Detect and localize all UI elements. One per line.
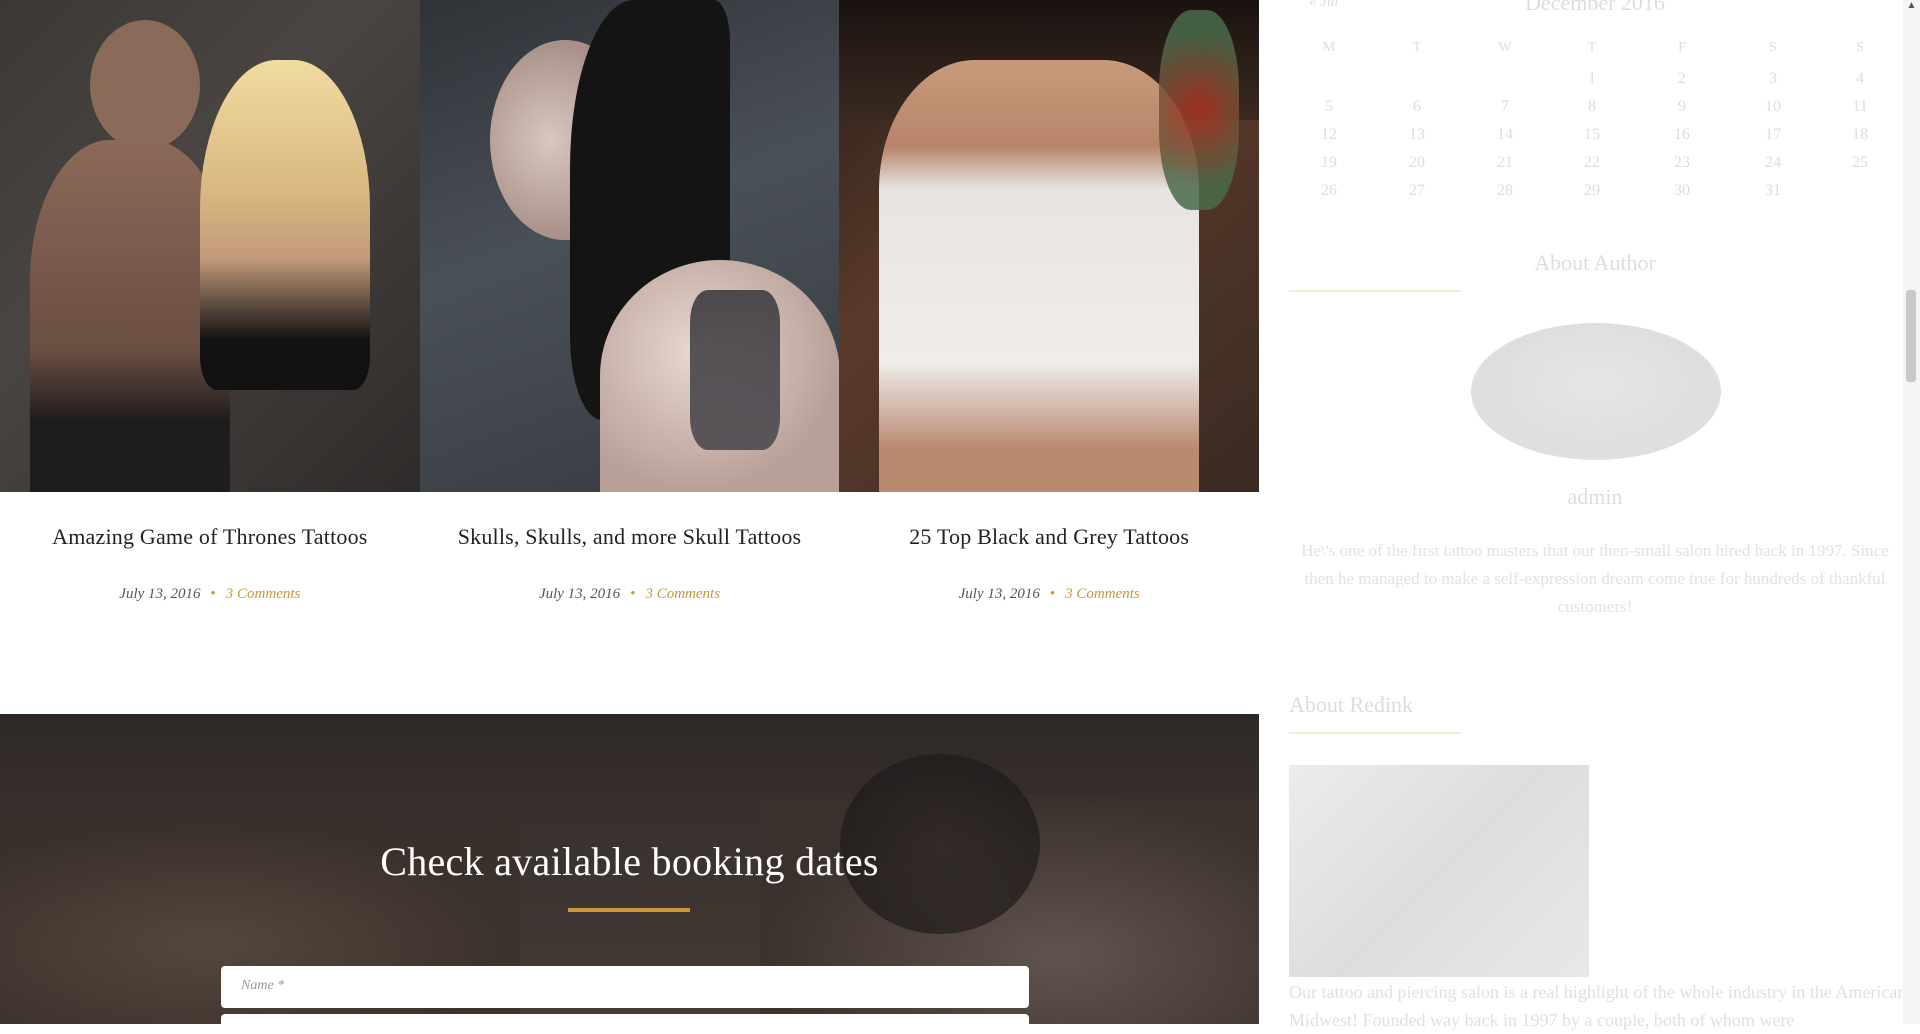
post-meta-row: Amazing Game of Thrones Tattoos July 13,… [0, 492, 1259, 714]
calendar-weekday: S [1769, 40, 1777, 55]
calendar-day: 20 [1409, 154, 1425, 171]
about-author-heading: About Author [1534, 250, 1656, 275]
name-field[interactable]: Name * [221, 966, 1029, 1008]
calendar-day: 28 [1497, 182, 1513, 199]
booking-title: Check available booking dates [380, 839, 879, 884]
email-field[interactable] [221, 1014, 1029, 1024]
post-meta: July 13, 2016 • 3 Comments [420, 586, 840, 603]
post-card: Amazing Game of Thrones Tattoos July 13,… [0, 492, 420, 714]
calendar-day: 30 [1674, 182, 1690, 199]
calendar-day: 3 [1769, 70, 1777, 87]
post-comments-link[interactable]: 3 Comments [1065, 586, 1140, 602]
meta-dot-icon: • [1049, 586, 1056, 602]
post-card: 25 Top Black and Grey Tattoos July 13, 2… [839, 492, 1259, 714]
calendar-day: 23 [1674, 154, 1690, 171]
calendar-day: 15 [1584, 126, 1600, 143]
calendar-day: 19 [1321, 154, 1337, 171]
post-date: July 13, 2016 [119, 586, 201, 602]
calendar-day: 7 [1501, 98, 1509, 115]
heading-underline [1289, 732, 1461, 734]
calendar-day: 21 [1497, 154, 1513, 171]
post-image-black-grey[interactable] [839, 0, 1260, 492]
post-card: Skulls, Skulls, and more Skull Tattoos J… [420, 492, 840, 714]
meta-dot-icon: • [210, 586, 216, 602]
calendar-day: 13 [1409, 126, 1425, 143]
post-image-skulls[interactable] [419, 0, 840, 492]
post-title[interactable]: Skulls, Skulls, and more Skull Tattoos [420, 524, 840, 550]
calendar-day: 16 [1674, 126, 1690, 143]
calendar-day: 12 [1321, 126, 1337, 143]
booking-title-underline [568, 908, 690, 912]
calendar-day: 5 [1325, 98, 1333, 115]
heading-underline [1289, 290, 1461, 292]
calendar-weekday: T [1412, 40, 1422, 55]
calendar-weekday: W [1498, 40, 1512, 55]
main-content: Amazing Game of Thrones Tattoos July 13,… [0, 0, 1260, 1024]
calendar-day: 31 [1765, 182, 1781, 199]
calendar-day: 1 [1588, 70, 1596, 87]
calendar-day: 2 [1678, 70, 1686, 87]
scrollbar-thumb[interactable] [1906, 290, 1916, 382]
calendar-day: 26 [1321, 182, 1337, 199]
calendar-day: 24 [1765, 154, 1781, 171]
post-title[interactable]: Amazing Game of Thrones Tattoos [0, 524, 420, 550]
calendar-day: 22 [1584, 154, 1600, 171]
calendar-day: 6 [1413, 98, 1421, 115]
author-bio: He\'s one of the first tattoo masters th… [1301, 541, 1889, 616]
post-meta: July 13, 2016 • 3 Comments [839, 586, 1259, 603]
calendar-day: 18 [1852, 126, 1868, 143]
post-image-game-of-thrones[interactable] [0, 0, 420, 492]
about-redink-text: Our tattoo and piercing salon is a real … [1289, 982, 1907, 1030]
about-redink-image [1289, 765, 1589, 977]
calendar-day: 8 [1588, 98, 1596, 115]
calendar-day: 27 [1409, 182, 1425, 199]
calendar-day: 10 [1765, 98, 1781, 115]
calendar-day: 29 [1584, 182, 1600, 199]
about-redink-heading: About Redink [1289, 692, 1414, 717]
calendar-weekday: T [1587, 40, 1597, 55]
author-avatar [1471, 323, 1721, 460]
calendar-weekday: F [1678, 40, 1686, 55]
scroll-up-arrow-icon[interactable]: ▲ [1904, 0, 1919, 12]
post-date: July 13, 2016 [538, 586, 621, 602]
calendar-day: 9 [1678, 98, 1686, 115]
calendar-month: December 2016 [1525, 0, 1665, 15]
calendar-day: 17 [1765, 126, 1781, 143]
author-name[interactable]: admin [1290, 484, 1900, 510]
calendar-day: 25 [1852, 154, 1868, 171]
post-comments-link[interactable]: 3 Comments [226, 586, 301, 602]
post-meta: July 13, 2016 • 3 Comments [0, 586, 420, 603]
meta-dot-icon: • [630, 586, 636, 602]
booking-section: Check available booking dates Name * [0, 714, 1259, 1024]
post-images-row [0, 0, 1260, 492]
calendar-day: 11 [1852, 98, 1868, 115]
calendar-weekday: S [1856, 40, 1864, 55]
post-title[interactable]: 25 Top Black and Grey Tattoos [839, 524, 1259, 550]
post-date: July 13, 2016 [958, 586, 1040, 602]
calendar-day: 4 [1856, 70, 1864, 87]
post-comments-link[interactable]: 3 Comments [645, 586, 720, 602]
calendar-day: 14 [1497, 126, 1513, 143]
scrollbar[interactable] [1903, 0, 1920, 1024]
calendar-weekday: M [1322, 40, 1336, 55]
